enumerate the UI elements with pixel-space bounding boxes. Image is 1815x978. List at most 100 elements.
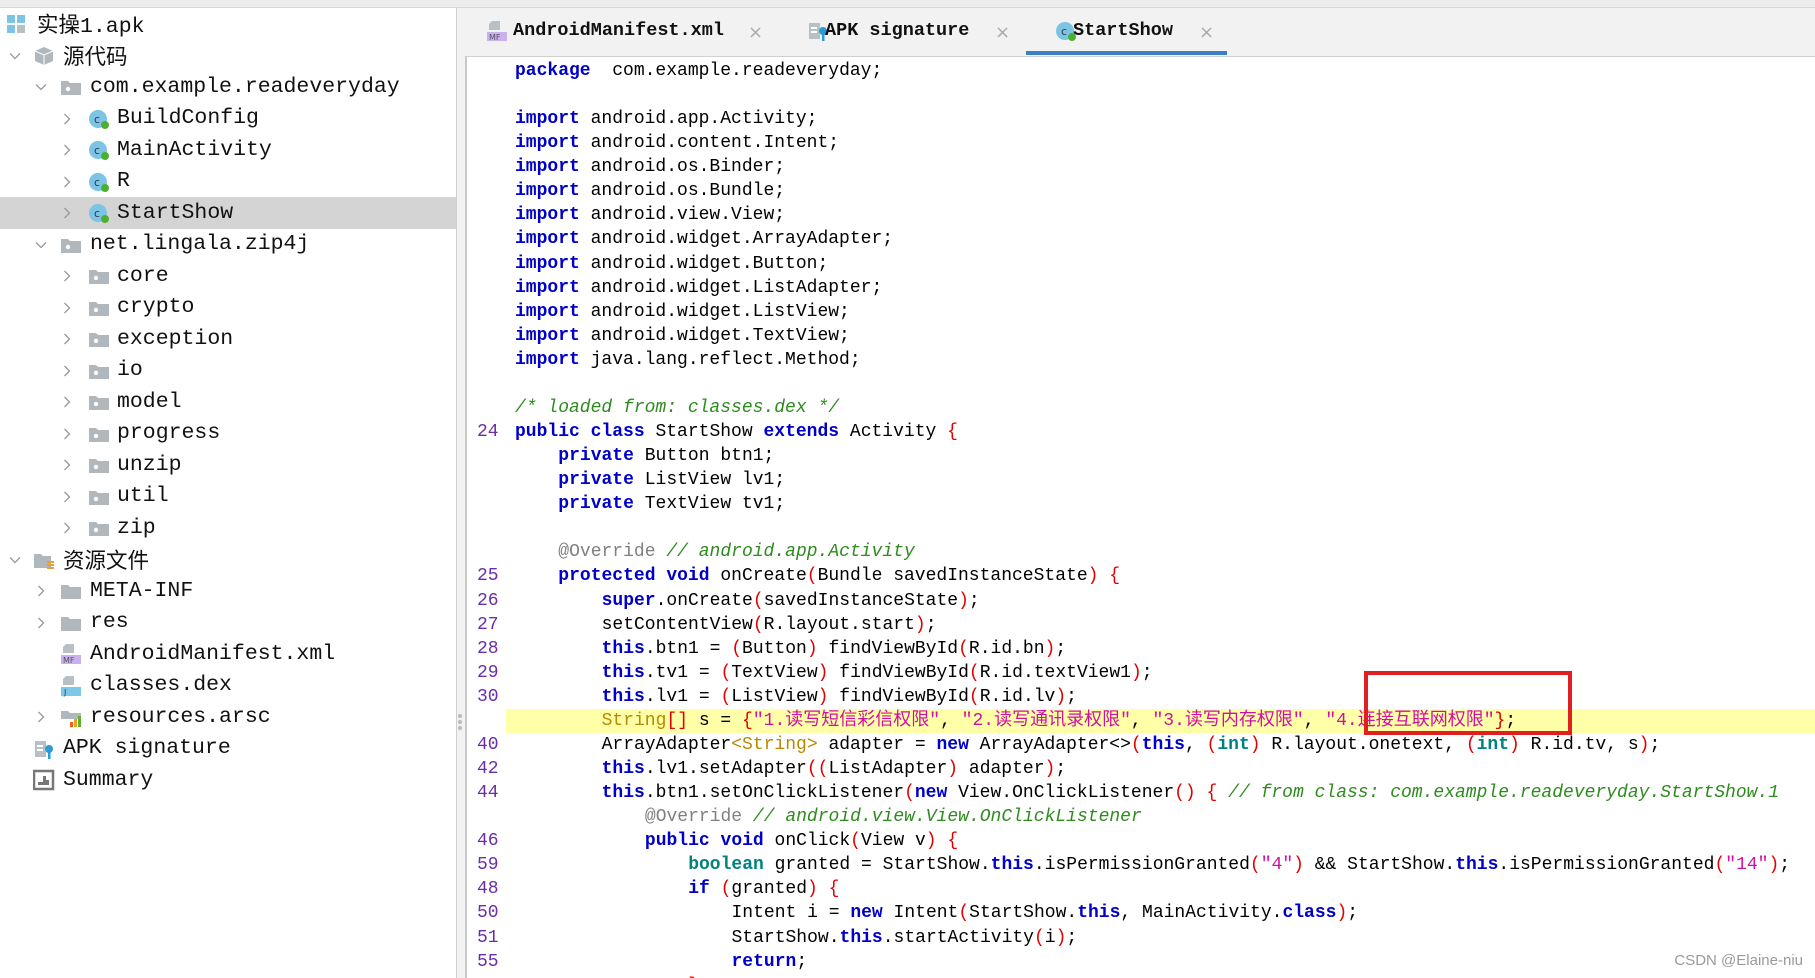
code-token: ( [720, 686, 732, 707]
tree-item[interactable]: 实操1.apk [0, 8, 456, 40]
code-token: onClick [763, 831, 851, 852]
svg-text:c: c [94, 144, 100, 157]
chevron-right-icon[interactable] [60, 395, 74, 409]
chevron-right-icon[interactable] [60, 269, 74, 283]
code-text: StartShow.this.startActivity(i); [732, 926, 1078, 950]
tree-item[interactable]: unzip [0, 449, 456, 481]
chevron-right-icon[interactable] [34, 616, 48, 630]
tree-item[interactable]: Summary [0, 764, 456, 796]
chevron-down-icon[interactable] [34, 80, 48, 94]
manifest-file-icon: MF [60, 643, 82, 665]
code-token: import [515, 301, 580, 322]
tree-item-label: 实操1.apk [37, 15, 145, 40]
tree-item[interactable]: Jclasses.dex [0, 670, 456, 702]
package-folder-icon [88, 297, 110, 319]
code-line: private TextView tv1; [467, 492, 1815, 516]
code-token: ) [1055, 686, 1067, 707]
chevron-right-icon[interactable] [60, 458, 74, 472]
code-text: import android.widget.ArrayAdapter; [515, 227, 893, 251]
code-editor[interactable]: package com.example.readeveryday; import … [465, 56, 1815, 978]
chevron-right-icon[interactable] [60, 206, 74, 220]
tree-item[interactable]: core [0, 260, 456, 292]
class-icon: c [88, 202, 110, 224]
chevron-down-icon[interactable] [8, 553, 22, 567]
tree-item[interactable]: META-INF [0, 575, 456, 607]
code-text: import android.os.Bundle; [515, 179, 785, 203]
code-line: private Button btn1; [467, 444, 1815, 468]
line-number: 27 [477, 614, 499, 635]
code-text: public class StartShow extends Activity … [515, 420, 958, 444]
code-token: setContentView [601, 614, 753, 635]
tree-item-label: progress [117, 421, 221, 446]
chevron-right-icon[interactable] [60, 521, 74, 535]
code-text: import android.os.Binder; [515, 155, 785, 179]
code-token: import [515, 229, 580, 250]
line-number: 30 [477, 686, 499, 707]
tree-item[interactable]: crypto [0, 292, 456, 324]
tree-item[interactable]: c BuildConfig [0, 103, 456, 135]
code-token: android.widget.Button; [579, 253, 829, 274]
code-token: this [601, 638, 645, 659]
code-text: boolean granted = StartShow.this.isPermi… [688, 853, 1790, 877]
chevron-right-icon[interactable] [60, 112, 74, 126]
code-text: import android.widget.TextView; [515, 324, 850, 348]
code-token: new [936, 734, 969, 755]
tree-item[interactable]: resources.arsc [0, 701, 456, 733]
chevron-right-icon[interactable] [34, 710, 48, 724]
close-icon[interactable]: × [1199, 22, 1214, 43]
signature-icon [33, 738, 55, 760]
tree-item[interactable]: 资源文件 [0, 544, 456, 576]
code-token: R.id.textView1 [979, 662, 1131, 683]
code-token: ) [1044, 759, 1056, 780]
code-token: private [558, 470, 634, 491]
tree-item[interactable]: util [0, 481, 456, 513]
tree-item[interactable]: io [0, 355, 456, 387]
chevron-right-icon[interactable] [34, 584, 48, 598]
close-icon[interactable]: × [748, 22, 763, 43]
code-text: return; [732, 950, 808, 974]
code-token: ArrayAdapter<> [968, 734, 1131, 755]
code-token: new [914, 783, 948, 804]
package-folder-icon [60, 76, 82, 98]
code-token: ) [817, 686, 829, 707]
tree-item-label: com.example.readeveryday [90, 74, 400, 99]
tree-item[interactable]: cR [0, 166, 456, 198]
tree-item[interactable]: net.lingala.zip4j [0, 229, 456, 261]
chevron-right-icon[interactable] [60, 332, 74, 346]
tree-item-label: util [117, 484, 169, 509]
chevron-right-icon[interactable] [60, 143, 74, 157]
tree-item[interactable]: exception [0, 323, 456, 355]
chevron-right-icon[interactable] [60, 364, 74, 378]
tree-item[interactable]: MF AndroidManifest.xml [0, 638, 456, 670]
tree-item[interactable]: 源代码 [0, 40, 456, 72]
svg-text:J: J [63, 688, 66, 697]
tree-item[interactable]: progress [0, 418, 456, 450]
code-token: .btn1.setOnClickListener [644, 783, 905, 804]
code-token: ) [1293, 855, 1304, 876]
tree-item[interactable]: c StartShow [0, 197, 456, 229]
chevron-right-icon[interactable] [60, 427, 74, 441]
tree-item[interactable]: zip [0, 512, 456, 544]
code-token: new [850, 903, 883, 924]
code-line: import android.widget.TextView; [467, 324, 1815, 348]
code-token: ( [968, 662, 980, 683]
code-token: super [601, 590, 656, 611]
chevron-down-icon[interactable] [8, 49, 22, 63]
tree-item[interactable]: model [0, 386, 456, 418]
panel-splitter-handle[interactable] [458, 712, 464, 736]
code-token: ( [752, 590, 764, 611]
chevron-right-icon[interactable] [60, 301, 74, 315]
tree-item[interactable]: res [0, 607, 456, 639]
tree-item[interactable]: com.example.readeveryday [0, 71, 456, 103]
tree-item-label: StartShow [117, 200, 234, 225]
code-text: import android.widget.Button; [515, 252, 828, 276]
chevron-right-icon[interactable] [60, 490, 74, 504]
tree-item[interactable]: APK signature [0, 733, 456, 765]
tree-item[interactable]: c MainActivity [0, 134, 456, 166]
chevron-down-icon[interactable] [34, 238, 48, 252]
svg-text:MF: MF [63, 656, 75, 665]
close-icon[interactable]: × [995, 22, 1010, 43]
chevron-right-icon[interactable] [60, 175, 74, 189]
code-token: View v [860, 831, 926, 852]
